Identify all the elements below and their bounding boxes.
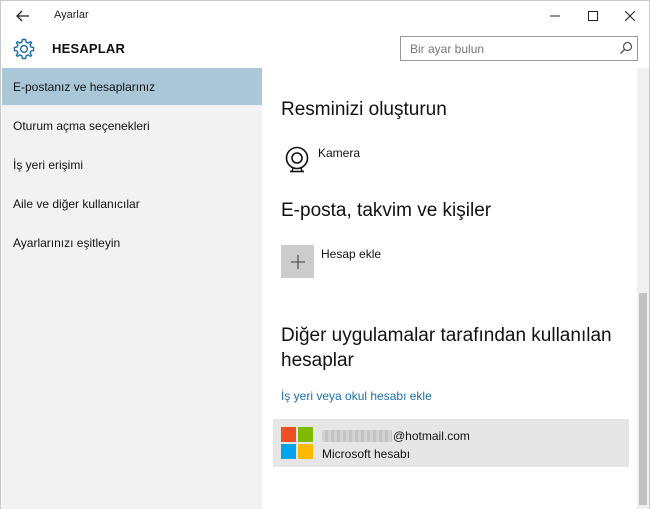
close-button[interactable]: [611, 1, 649, 31]
email-heading: E-posta, takvim ve kişiler: [281, 200, 492, 221]
scrollbar[interactable]: [637, 68, 649, 509]
search-icon[interactable]: [619, 41, 633, 55]
title-bar: Ayarlar: [1, 1, 649, 31]
sidebar-item-family-users[interactable]: Aile ve diğer kullanıcılar: [2, 185, 262, 222]
sidebar-item-sign-in-options[interactable]: Oturum açma seçenekleri: [2, 107, 262, 144]
sidebar-item-label: Oturum açma seçenekleri: [13, 118, 150, 133]
microsoft-logo-icon: [281, 427, 313, 459]
settings-window: Ayarlar HESAPLAR Bir ayar bulun E-postan…: [0, 0, 650, 509]
picture-heading: Resminizi oluşturun: [281, 99, 447, 120]
account-type: Microsoft hesabı: [322, 447, 411, 461]
page-title: HESAPLAR: [52, 41, 126, 56]
camera-icon[interactable]: [284, 146, 310, 174]
close-icon: [625, 11, 635, 21]
sidebar: E-postanız ve hesaplarınız Oturum açma s…: [2, 68, 262, 509]
window-title: Ayarlar: [54, 9, 89, 21]
back-arrow-icon: [16, 10, 29, 22]
minimize-button[interactable]: [536, 1, 574, 31]
redacted-username: [322, 430, 392, 442]
maximize-button[interactable]: [574, 1, 612, 31]
search-input[interactable]: [401, 37, 613, 60]
account-email-domain: @hotmail.com: [393, 429, 470, 443]
scrollbar-thumb[interactable]: [639, 293, 647, 505]
maximize-icon: [588, 11, 598, 21]
main-content: Resminizi oluşturun Kamera E-posta, takv…: [262, 68, 637, 509]
back-button[interactable]: [9, 4, 37, 28]
account-item[interactable]: @hotmail.com Microsoft hesabı: [273, 419, 629, 467]
sidebar-item-work-access[interactable]: İş yeri erişimi: [2, 146, 262, 183]
other-apps-heading-line2: hesaplar: [281, 350, 354, 371]
account-email: @hotmail.com: [322, 429, 470, 443]
sidebar-item-label: E-postanız ve hesaplarınız: [13, 79, 156, 94]
sidebar-item-label: Aile ve diğer kullanıcılar: [13, 196, 140, 211]
sidebar-item-email-accounts[interactable]: E-postanız ve hesaplarınız: [2, 68, 262, 105]
sidebar-item-label: Ayarlarınızı eşitleyin: [13, 235, 121, 250]
add-account-label[interactable]: Hesap ekle: [321, 247, 381, 261]
camera-label[interactable]: Kamera: [318, 146, 360, 160]
sidebar-item-label: İş yeri erişimi: [13, 157, 84, 172]
minimize-icon: [550, 15, 560, 17]
other-apps-heading-line1: Diğer uygulamalar tarafından kullanılan: [281, 325, 612, 346]
sidebar-item-sync-settings[interactable]: Ayarlarınızı eşitleyin: [2, 224, 262, 261]
search-box[interactable]: [400, 36, 638, 61]
plus-icon: [290, 254, 305, 269]
gear-icon: [13, 38, 35, 60]
add-work-account-link[interactable]: İş yeri veya okul hesabı ekle: [281, 389, 432, 403]
add-account-button[interactable]: [281, 245, 314, 278]
